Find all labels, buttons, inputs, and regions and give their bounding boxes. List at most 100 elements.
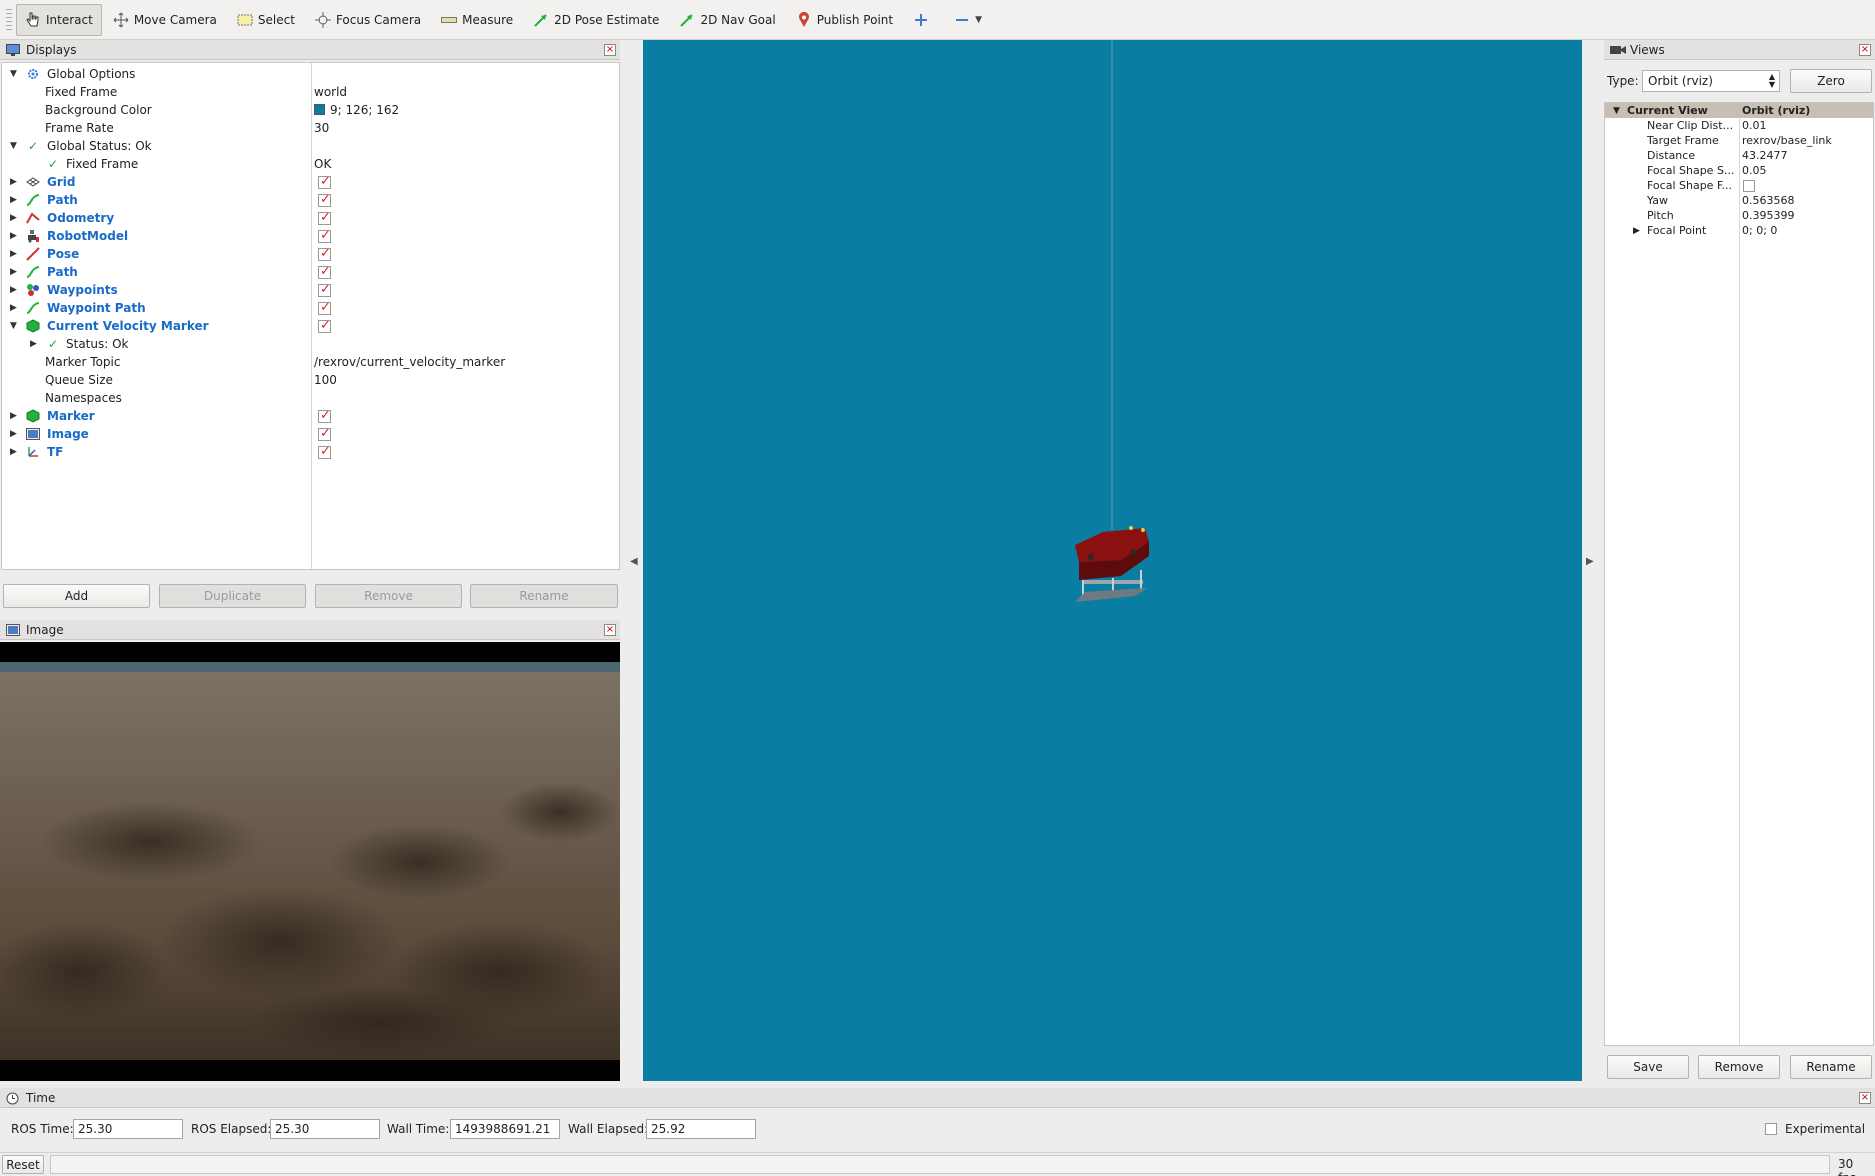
rename-display-button[interactable]: Rename [470, 584, 618, 608]
row-value[interactable]: world [314, 85, 347, 99]
row-value[interactable]: 30 [314, 121, 329, 135]
row-value[interactable]: 0.01 [1742, 119, 1767, 132]
enabled-checkbox[interactable] [318, 318, 331, 333]
tree-row-pose[interactable]: ▶ Pose [2, 245, 619, 263]
publish-point-tool-button[interactable]: Publish Point [787, 4, 902, 36]
ros-time-field[interactable]: 25.30 [73, 1119, 183, 1139]
close-icon[interactable]: × [604, 44, 616, 56]
remove-tool-button[interactable]: ▼ [945, 4, 991, 36]
expanded-arrow-icon[interactable]: ▼ [10, 69, 20, 79]
remove-display-button[interactable]: Remove [315, 584, 462, 608]
tree-row-grid[interactable]: ▶ Grid [2, 173, 619, 191]
view-row-pitch[interactable]: Pitch 0.395399 [1605, 208, 1873, 223]
enabled-checkbox[interactable] [318, 264, 331, 279]
current-view-header-row[interactable]: ▼ Current View Orbit (rviz) [1605, 103, 1873, 118]
row-value[interactable]: /rexrov/current_velocity_marker [314, 355, 505, 369]
focal-shape-fixed-checkbox[interactable] [1743, 179, 1755, 192]
enabled-checkbox[interactable] [318, 174, 331, 189]
collapsed-arrow-icon[interactable]: ▶ [10, 177, 20, 187]
move-camera-tool-button[interactable]: Move Camera [104, 4, 226, 36]
tree-row-global-options[interactable]: ▼ Global Options [2, 65, 619, 83]
focus-camera-tool-button[interactable]: Focus Camera [306, 4, 430, 36]
view-row-focal-point[interactable]: ▶ Focal Point 0; 0; 0 [1605, 223, 1873, 238]
enabled-checkbox[interactable] [318, 300, 331, 315]
reset-button[interactable]: Reset [2, 1155, 44, 1174]
enabled-checkbox[interactable] [318, 444, 331, 459]
add-tool-button[interactable] [904, 4, 943, 36]
enabled-checkbox[interactable] [318, 426, 331, 441]
view-row-target-frame[interactable]: Target Frame rexrov/base_link [1605, 133, 1873, 148]
tree-row-queue-size[interactable]: Queue Size 100 [2, 371, 619, 389]
tree-row-status-ok[interactable]: ▶ ✓ Status: Ok [2, 335, 619, 353]
collapsed-arrow-icon[interactable]: ▶ [10, 411, 20, 421]
view-row-distance[interactable]: Distance 43.2477 [1605, 148, 1873, 163]
save-view-button[interactable]: Save [1607, 1055, 1689, 1079]
tree-row-tf[interactable]: ▶ TF [2, 443, 619, 461]
wall-elapsed-field[interactable]: 25.92 [646, 1119, 756, 1139]
wall-time-field[interactable]: 1493988691.21 [450, 1119, 560, 1139]
collapsed-arrow-icon[interactable]: ▶ [10, 285, 20, 295]
collapsed-arrow-icon[interactable]: ▶ [10, 447, 20, 457]
tree-row-robotmodel[interactable]: ▶ RobotModel [2, 227, 619, 245]
toolbar-grip[interactable] [6, 8, 12, 31]
enabled-checkbox[interactable] [318, 246, 331, 261]
row-value[interactable]: 0.563568 [1742, 194, 1795, 207]
2d-pose-estimate-tool-button[interactable]: 2D Pose Estimate [524, 4, 668, 36]
tree-row-global-status[interactable]: ▼ ✓ Global Status: Ok [2, 137, 619, 155]
measure-tool-button[interactable]: Measure [432, 4, 522, 36]
enabled-checkbox[interactable] [318, 282, 331, 297]
close-icon[interactable]: × [1859, 44, 1871, 56]
row-value[interactable]: rexrov/base_link [1742, 134, 1832, 147]
remove-view-button[interactable]: Remove [1698, 1055, 1780, 1079]
tree-row-current-velocity-marker[interactable]: ▼ Current Velocity Marker [2, 317, 619, 335]
enabled-checkbox[interactable] [318, 228, 331, 243]
collapsed-arrow-icon[interactable]: ▶ [10, 249, 20, 259]
tree-row-path-2[interactable]: ▶ Path [2, 263, 619, 281]
row-value[interactable]: 0.395399 [1742, 209, 1795, 222]
select-tool-button[interactable]: Select [228, 4, 304, 36]
rename-view-button[interactable]: Rename [1790, 1055, 1872, 1079]
collapse-left-arrow-icon[interactable]: ◀ [630, 556, 638, 567]
expanded-arrow-icon[interactable]: ▼ [10, 141, 20, 151]
row-value[interactable]: 43.2477 [1742, 149, 1788, 162]
view-row-focal-shape-fixed[interactable]: Focal Shape F... [1605, 178, 1873, 193]
close-icon[interactable]: × [604, 624, 616, 636]
collapse-right-arrow-icon[interactable]: ▶ [1586, 556, 1594, 567]
collapsed-arrow-icon[interactable]: ▶ [30, 339, 40, 349]
row-value[interactable]: 100 [314, 373, 337, 387]
collapsed-arrow-icon[interactable]: ▶ [10, 231, 20, 241]
tree-row-image[interactable]: ▶ Image [2, 425, 619, 443]
collapsed-arrow-icon[interactable]: ▶ [1633, 226, 1640, 236]
2d-nav-goal-tool-button[interactable]: 2D Nav Goal [670, 4, 784, 36]
collapsed-arrow-icon[interactable]: ▶ [10, 195, 20, 205]
tree-row-namespaces[interactable]: Namespaces [2, 389, 619, 407]
tree-row-marker[interactable]: ▶ Marker [2, 407, 619, 425]
collapsed-arrow-icon[interactable]: ▶ [10, 429, 20, 439]
view-row-near-clip[interactable]: Near Clip Dist... 0.01 [1605, 118, 1873, 133]
collapsed-arrow-icon[interactable]: ▶ [10, 303, 20, 313]
collapsed-arrow-icon[interactable]: ▶ [10, 213, 20, 223]
add-display-button[interactable]: Add [3, 584, 150, 608]
row-value[interactable]: 0; 0; 0 [1742, 224, 1777, 237]
collapsed-arrow-icon[interactable]: ▶ [10, 267, 20, 277]
close-icon[interactable]: × [1859, 1092, 1871, 1104]
view-row-yaw[interactable]: Yaw 0.563568 [1605, 193, 1873, 208]
tree-row-waypoints[interactable]: ▶ Waypoints [2, 281, 619, 299]
tree-row-fixed-frame[interactable]: Fixed Frame world [2, 83, 619, 101]
row-value[interactable]: 0.05 [1742, 164, 1767, 177]
enabled-checkbox[interactable] [318, 192, 331, 207]
duplicate-display-button[interactable]: Duplicate [159, 584, 306, 608]
tree-row-odometry[interactable]: ▶ Odometry [2, 209, 619, 227]
expanded-arrow-icon[interactable]: ▼ [1613, 106, 1620, 116]
enabled-checkbox[interactable] [318, 210, 331, 225]
enabled-checkbox[interactable] [318, 408, 331, 423]
tree-row-background-color[interactable]: Background Color 9; 126; 162 [2, 101, 619, 119]
view-row-focal-shape-size[interactable]: Focal Shape S... 0.05 [1605, 163, 1873, 178]
view-type-select[interactable]: Orbit (rviz) ▲ ▼ [1642, 70, 1780, 92]
tree-row-waypoint-path[interactable]: ▶ Waypoint Path [2, 299, 619, 317]
experimental-checkbox[interactable] [1765, 1123, 1777, 1135]
expanded-arrow-icon[interactable]: ▼ [10, 321, 20, 331]
row-value[interactable]: 9; 126; 162 [314, 103, 399, 117]
column-divider[interactable] [1739, 103, 1740, 1045]
tree-row-marker-topic[interactable]: Marker Topic /rexrov/current_velocity_ma… [2, 353, 619, 371]
